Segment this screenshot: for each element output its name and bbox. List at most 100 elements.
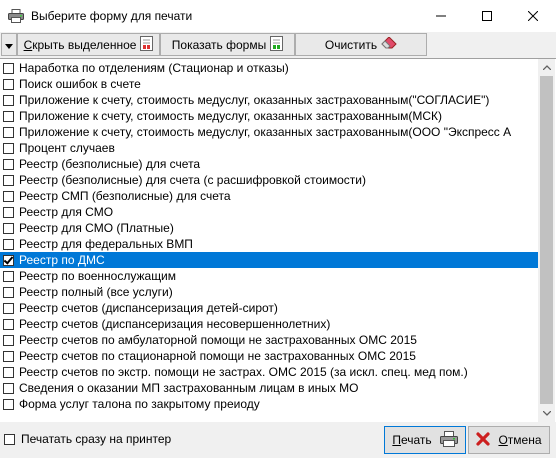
hide-selected-button[interactable]: Скрыть выделенное [17, 33, 160, 56]
list-item-label: Реестр для СМО (Платные) [19, 221, 174, 235]
list-item-checkbox[interactable] [3, 78, 14, 90]
list-item[interactable]: Приложение к счету, стоимость медуслуг, … [0, 92, 538, 108]
list-item-label: Наработка по отделениям (Стационар и отк… [19, 61, 289, 75]
list-item-checkbox[interactable] [3, 62, 14, 74]
print-form-dialog: Выберите форму для печати Скрыть выделен… [0, 0, 556, 458]
list-item-label: Реестр СМП (безполисные) для счета [19, 189, 231, 203]
list-item-checkbox[interactable] [3, 190, 14, 202]
triangle-down-icon [5, 38, 13, 52]
list-item-label: Реестр счетов (диспансеризация несоверше… [19, 317, 331, 331]
list-item[interactable]: Поиск ошибок в счете [0, 76, 538, 92]
footer: Печатать сразу на принтер Печать Отмена [0, 422, 556, 458]
list-item[interactable]: Реестр СМП (безполисные) для счета [0, 188, 538, 204]
clear-label: Очистить [324, 37, 378, 52]
toolbar-spacer [427, 33, 556, 56]
list-item-label: Реестр (безполисные) для счета (с расшиф… [19, 173, 366, 187]
list-item-checkbox[interactable] [3, 302, 14, 314]
list-item[interactable]: Реестр по военнослужащим [0, 268, 538, 284]
list-item[interactable]: Процент случаев [0, 140, 538, 156]
list-item[interactable]: Реестр полный (все услуги) [0, 284, 538, 300]
filter-show-icon [270, 35, 284, 54]
list-item-checkbox[interactable] [3, 398, 14, 410]
printer-icon [8, 9, 24, 23]
list-item-label: Поиск ошибок в счете [19, 77, 141, 91]
scrollbar-thumb[interactable] [540, 76, 553, 404]
list-item-checkbox[interactable] [3, 382, 14, 394]
show-forms-button[interactable]: Показать формы [160, 33, 295, 56]
list-item-label: Форма услуг талона по закрытому преиоду [19, 397, 260, 411]
maximize-button[interactable] [464, 0, 510, 32]
hide-selected-label: Скрыть выделенное [23, 37, 137, 52]
list-item-checkbox[interactable] [3, 206, 14, 218]
cancel-label: Отмена [498, 433, 542, 447]
list-item-label: Реестр (безполисные) для счета [19, 157, 201, 171]
list-item[interactable]: Форма услуг талона по закрытому преиоду [0, 396, 538, 412]
list-item-label: Процент случаев [19, 141, 115, 155]
list-item-checkbox[interactable] [3, 366, 14, 378]
list-item-checkbox[interactable] [3, 126, 14, 138]
list-item-checkbox[interactable] [3, 238, 14, 250]
vertical-scrollbar[interactable] [538, 59, 555, 422]
red-x-icon [476, 431, 491, 449]
list-item-checkbox[interactable] [3, 318, 14, 330]
scroll-up-icon[interactable] [538, 59, 555, 76]
list-item-label: Реестр для федеральных ВМП [19, 237, 193, 251]
print-button[interactable]: Печать [384, 426, 466, 454]
list-item-label: Реестр по ДМС [19, 253, 105, 267]
filter-hide-icon [140, 35, 154, 54]
list-item-label: Приложение к счету, стоимость медуслуг, … [19, 93, 490, 107]
dropdown-toggle-button[interactable] [1, 33, 17, 56]
list-item[interactable]: Реестр (безполисные) для счета (с расшиф… [0, 172, 538, 188]
list-item[interactable]: Реестр счетов по стационарной помощи не … [0, 348, 538, 364]
list-item-checkbox[interactable] [3, 110, 14, 122]
list-item-checkbox[interactable] [3, 94, 14, 106]
list-item[interactable]: Приложение к счету, стоимость медуслуг, … [0, 124, 538, 140]
list-item-checkbox[interactable] [3, 254, 14, 266]
list-item[interactable]: Реестр (безполисные) для счета [0, 156, 538, 172]
list-item[interactable]: Реестр счетов (диспансеризация детей-сир… [0, 300, 538, 316]
toolbar: Скрыть выделенное Показать формы Очистит… [0, 32, 556, 58]
list-item[interactable]: Реестр счетов по экстр. помощи не застра… [0, 364, 538, 380]
print-immediately-box[interactable] [4, 433, 15, 445]
list-item-checkbox[interactable] [3, 158, 14, 170]
cancel-button[interactable]: Отмена [468, 426, 550, 454]
close-button[interactable] [510, 0, 556, 32]
window-title: Выберите форму для печати [31, 9, 193, 23]
list-item-label: Реестр счетов по амбулаторной помощи не … [19, 333, 417, 347]
list-item-checkbox[interactable] [3, 142, 14, 154]
list-item-checkbox[interactable] [3, 334, 14, 346]
list-item[interactable]: Реестр для федеральных ВМП [0, 236, 538, 252]
list-item-checkbox[interactable] [3, 222, 14, 234]
minimize-button[interactable] [418, 0, 464, 32]
print-immediately-checkbox[interactable]: Печатать сразу на принтер [4, 432, 171, 446]
list-item-label: Реестр счетов (диспансеризация детей-сир… [19, 301, 278, 315]
printer-icon [439, 430, 458, 450]
list-item-label: Сведения о оказании МП застрахованным ли… [19, 381, 359, 395]
list-item-label: Приложение к счету, стоимость медуслуг, … [19, 125, 512, 139]
list-item-label: Реестр по военнослужащим [19, 269, 177, 283]
show-forms-label: Показать формы [171, 37, 267, 52]
title-bar: Выберите форму для печати [0, 0, 556, 32]
print-label: Печать [392, 433, 432, 447]
list-item[interactable]: Реестр для СМО [0, 204, 538, 220]
list-item[interactable]: Реестр счетов по амбулаторной помощи не … [0, 332, 538, 348]
scroll-down-icon[interactable] [538, 405, 555, 422]
clear-button[interactable]: Очистить [295, 33, 427, 56]
list-item[interactable]: Реестр по ДМС [0, 252, 538, 268]
list-item-label: Приложение к счету, стоимость медуслуг, … [19, 109, 443, 123]
form-list-viewport: Наработка по отделениям (Стационар и отк… [0, 59, 538, 422]
form-list[interactable]: Наработка по отделениям (Стационар и отк… [0, 58, 556, 422]
list-item-label: Реестр для СМО [19, 205, 114, 219]
eraser-icon [381, 36, 397, 52]
list-item-checkbox[interactable] [3, 350, 14, 362]
list-item[interactable]: Реестр счетов (диспансеризация несоверше… [0, 316, 538, 332]
list-item[interactable]: Приложение к счету, стоимость медуслуг, … [0, 108, 538, 124]
list-item-checkbox[interactable] [3, 270, 14, 282]
list-item-label: Реестр счетов по стационарной помощи не … [19, 349, 416, 363]
list-item-checkbox[interactable] [3, 286, 14, 298]
list-item[interactable]: Реестр для СМО (Платные) [0, 220, 538, 236]
list-item-label: Реестр счетов по экстр. помощи не застра… [19, 365, 468, 379]
list-item[interactable]: Наработка по отделениям (Стационар и отк… [0, 60, 538, 76]
list-item[interactable]: Сведения о оказании МП застрахованным ли… [0, 380, 538, 396]
list-item-checkbox[interactable] [3, 174, 14, 186]
